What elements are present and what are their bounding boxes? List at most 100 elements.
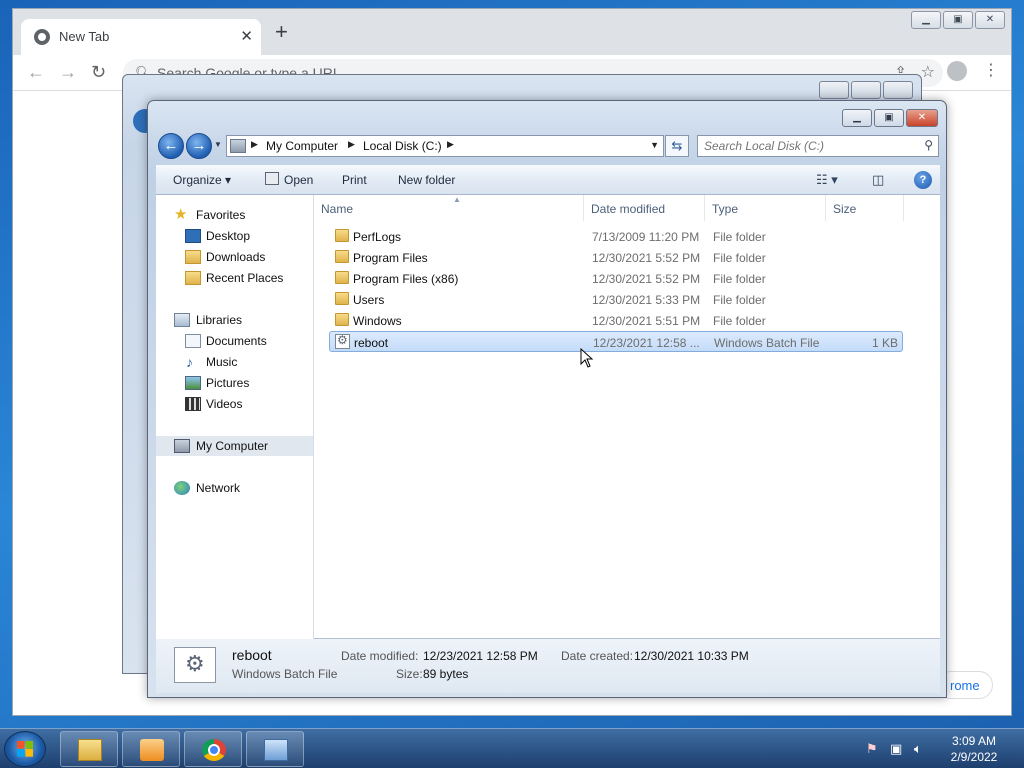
file-row-program-files-x86[interactable]: Program Files (x86) 12/30/2021 5:52 PM F… <box>329 268 903 289</box>
file-row-windows[interactable]: Windows 12/30/2021 5:51 PM File folder <box>329 310 903 331</box>
nav-item-pictures[interactable]: Pictures <box>156 373 313 393</box>
maximize-button[interactable]: ▣ <box>874 109 904 127</box>
file-row-users[interactable]: Users 12/30/2021 5:33 PM File folder <box>329 289 903 310</box>
column-header-date-modified[interactable]: Date modified <box>584 195 705 221</box>
nav-label: My Computer <box>196 439 269 453</box>
computer-icon <box>230 139 246 153</box>
help-icon[interactable]: ? <box>914 171 932 189</box>
nav-item-recent-places[interactable]: Recent Places <box>156 268 313 288</box>
close-button[interactable]: ✕ <box>906 109 938 127</box>
details-date-created: 12/30/2021 10:33 PM <box>634 649 749 663</box>
media-player-icon <box>140 739 164 761</box>
recent-pages-dropdown-icon[interactable]: ▼ <box>214 140 222 149</box>
clock-date: 2/9/2022 <box>950 750 998 764</box>
file-date: 12/23/2021 12:58 ... <box>593 336 700 350</box>
forward-button[interactable]: → <box>186 133 212 159</box>
taskbar-explorer-button[interactable] <box>60 731 118 767</box>
refresh-button[interactable]: ⇆ <box>665 135 689 157</box>
computer-icon <box>174 439 190 453</box>
maximize-button[interactable]: ▣ <box>943 11 973 29</box>
close-button[interactable] <box>883 81 913 99</box>
nav-item-my-computer[interactable]: My Computer <box>156 436 313 456</box>
taskbar-media-player-button[interactable] <box>122 731 180 767</box>
folder-icon <box>335 250 349 263</box>
breadcrumb-my-computer[interactable]: My Computer <box>266 139 338 153</box>
address-bar[interactable]: ▶ My Computer ▶ Local Disk (C:) ▶ ▼ <box>226 135 664 157</box>
column-header-size[interactable]: Size <box>826 195 904 221</box>
folder-icon <box>335 271 349 284</box>
forward-arrow-icon[interactable]: → <box>59 63 77 81</box>
file-name: Windows <box>353 314 402 328</box>
file-date: 12/30/2021 5:51 PM <box>592 314 701 328</box>
taskbar: ⚑ ▣ 🔈︎ 3:09 AM 2/9/2022 <box>0 728 1024 768</box>
start-button[interactable] <box>4 731 46 767</box>
file-date: 7/13/2009 11:20 PM <box>592 230 700 244</box>
minimize-button[interactable] <box>819 81 849 99</box>
nav-label: Favorites <box>196 208 246 222</box>
file-row-perflogs[interactable]: PerfLogs 7/13/2009 11:20 PM File folder <box>329 226 903 247</box>
explorer-window: ▁ ▣ ✕ ← → ▼ ▶ My Computer ▶ Local Disk (… <box>147 100 947 698</box>
file-row-program-files[interactable]: Program Files 12/30/2021 5:52 PM File fo… <box>329 247 903 268</box>
file-name: PerfLogs <box>353 230 402 244</box>
network-tray-icon[interactable]: ▣ <box>890 741 902 757</box>
nav-label: Downloads <box>206 250 266 264</box>
taskbar-clock[interactable]: 3:09 AM 2/9/2022 <box>944 733 1004 765</box>
bookmark-star-icon[interactable]: ☆ <box>921 62 935 82</box>
taskbar-chrome-button[interactable] <box>184 731 242 767</box>
batch-file-icon <box>335 333 350 349</box>
volume-icon[interactable]: 🔈︎ <box>914 741 922 757</box>
clock-time: 3:09 AM <box>951 734 997 748</box>
column-label: Date modified <box>591 202 666 216</box>
change-view-icon[interactable]: ☷ ▾ <box>816 172 838 188</box>
file-name: Users <box>353 293 385 307</box>
reload-icon[interactable]: ↻ <box>91 63 106 81</box>
details-size-label: Size: <box>396 667 423 681</box>
control-panel-icon <box>264 739 288 761</box>
background-window-controls <box>819 81 913 99</box>
organize-button[interactable]: Organize ▾ <box>173 173 231 187</box>
minimize-button[interactable]: ▁ <box>911 11 941 29</box>
breadcrumb-local-disk[interactable]: Local Disk (C:) <box>363 139 442 153</box>
tab-title: New Tab <box>59 29 110 44</box>
breadcrumb-separator-icon[interactable]: ▶ <box>348 139 355 150</box>
nav-item-network[interactable]: Network <box>156 478 313 498</box>
nav-item-libraries[interactable]: Libraries <box>156 310 313 330</box>
file-size: 1 KB <box>871 336 898 350</box>
breadcrumb-separator-icon[interactable]: ▶ <box>447 139 454 150</box>
nav-label: Recent Places <box>206 271 284 285</box>
minimize-button[interactable]: ▁ <box>842 109 872 127</box>
new-tab-button[interactable]: + <box>275 21 288 43</box>
close-button[interactable]: ✕ <box>975 11 1005 29</box>
file-date: 12/30/2021 5:33 PM <box>592 293 701 307</box>
search-box[interactable]: ⚲ <box>697 135 939 157</box>
column-label: Name <box>321 202 354 216</box>
search-input[interactable] <box>704 138 914 154</box>
nav-item-documents[interactable]: Documents <box>156 331 313 351</box>
preview-pane-icon[interactable]: ◫ <box>872 172 884 188</box>
nav-item-music[interactable]: ♪ Music <box>156 352 313 372</box>
maximize-button[interactable] <box>851 81 881 99</box>
open-button[interactable]: Open <box>284 173 313 187</box>
breadcrumb-separator-icon[interactable]: ▶ <box>251 139 258 150</box>
more-menu-icon[interactable]: ⋮ <box>983 61 999 81</box>
downloads-folder-icon <box>185 250 201 264</box>
back-arrow-icon[interactable]: ← <box>27 63 45 81</box>
new-folder-button[interactable]: New folder <box>398 173 455 187</box>
profile-avatar-icon[interactable] <box>947 61 967 81</box>
column-header-type[interactable]: Type <box>705 195 826 221</box>
nav-item-videos[interactable]: Videos <box>156 394 313 414</box>
tab-new-tab[interactable]: New Tab ✕ <box>21 19 261 55</box>
folder-icon <box>335 313 349 326</box>
close-tab-icon[interactable]: ✕ <box>240 27 253 45</box>
nav-item-desktop[interactable]: Desktop <box>156 226 313 246</box>
address-dropdown-icon[interactable]: ▼ <box>650 140 659 150</box>
nav-item-favorites[interactable]: ★ Favorites <box>156 205 313 225</box>
action-center-flag-icon[interactable]: ⚑ <box>866 741 878 757</box>
back-button[interactable]: ← <box>158 133 184 159</box>
column-header-name[interactable]: Name <box>315 195 584 221</box>
file-row-reboot[interactable]: reboot 12/23/2021 12:58 ... Windows Batc… <box>329 331 903 352</box>
taskbar-control-panel-button[interactable] <box>246 731 304 767</box>
print-button[interactable]: Print <box>342 173 367 187</box>
libraries-icon <box>174 313 190 327</box>
nav-item-downloads[interactable]: Downloads <box>156 247 313 267</box>
